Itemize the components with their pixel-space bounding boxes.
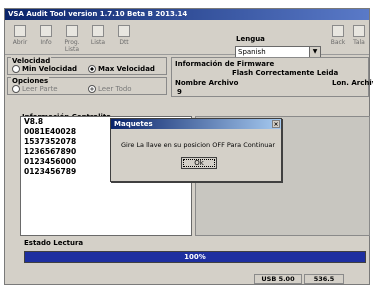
window-title: VSA Audit Tool version 1.7.10 Beta B 201… [5,9,369,20]
chevron-down-icon[interactable]: ▼ [309,47,320,57]
tala-icon [353,25,365,37]
min-velocidad-radio[interactable]: Min Velocidad [12,65,77,73]
program-list-button[interactable]: Prog. Lista [61,23,83,53]
max-velocidad-radio[interactable]: Max Velocidad [88,65,155,73]
ok-button[interactable]: Ok [181,157,217,169]
leer-parte-radio[interactable]: Leer Parte [12,85,58,93]
read-progress-bar: 100% [24,251,366,263]
open-icon [14,25,26,37]
close-icon[interactable]: × [272,120,280,128]
opciones-group: Opciones Leer Parte Leer Todo [7,77,167,95]
dialog-message: Gire La llave en su posicion OFF Para Co… [121,141,276,149]
velocidad-title: Velocidad [11,57,52,65]
back-icon [332,25,344,37]
firmware-status: Flash Correctamente Leida [232,69,339,77]
list-button[interactable]: Lista [87,23,109,51]
list-icon [92,25,104,37]
firmware-group: Información de Firmware Flash Correctame… [171,57,373,97]
radio-selected-icon [88,85,96,93]
toolbar: Abrir Info Prog. Lista Lista Dtt Lengua … [5,20,370,58]
statusbar: USB 5.00 536.5 [4,273,370,285]
file-name-label: Nombre Archivo [175,79,239,87]
status-label: Estado Lectura [24,239,84,247]
dialog-title: Maquetes × [111,119,281,129]
language-label: Lengua [236,35,265,43]
back-button[interactable]: Back [327,23,349,51]
firmware-title: Información de Firmware [175,60,275,68]
info-button[interactable]: Info [35,23,57,51]
file-name-value: 9 [177,88,182,96]
usb-status: USB 5.00 [254,274,302,284]
leer-todo-radio[interactable]: Leer Todo [88,85,132,93]
radio-icon [12,65,20,73]
dtt-icon [118,25,130,37]
open-button[interactable]: Abrir [9,23,31,51]
version-status: 536.5 [304,274,344,284]
file-size-label: Lon. Archivo [332,79,373,87]
language-value: Spanish [238,48,266,56]
message-dialog: Maquetes × Gire La llave en su posicion … [110,118,282,182]
dtt-button[interactable]: Dtt [113,23,135,51]
program-list-icon [66,25,78,37]
tala-button[interactable]: Tala [348,23,370,51]
radio-icon [12,85,20,93]
velocidad-group: Velocidad Min Velocidad Max Velocidad [7,57,167,75]
radio-selected-icon [88,65,96,73]
info-icon [40,25,52,37]
opciones-title: Opciones [11,77,50,85]
